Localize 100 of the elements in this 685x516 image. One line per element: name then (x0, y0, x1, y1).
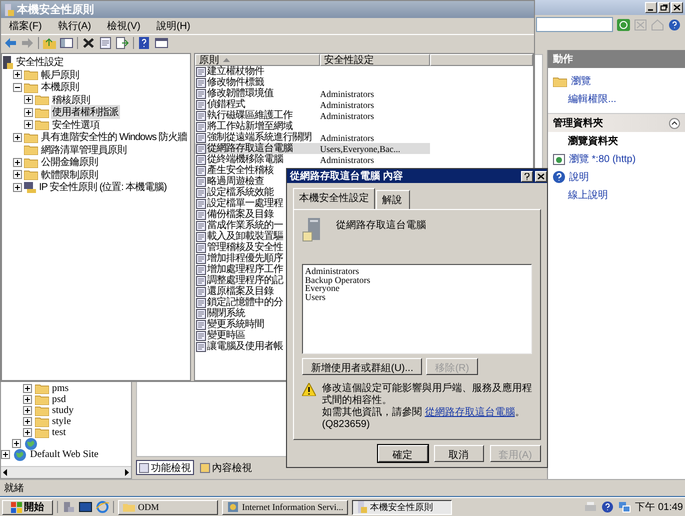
menu-item[interactable]: 說明(H) (154, 19, 192, 33)
list-row[interactable]: 偵錯程式 Administrators (195, 99, 374, 110)
taskbar-button[interactable]: ODM (118, 500, 218, 514)
plus-box-icon[interactable] (13, 132, 22, 142)
plus-box-icon[interactable] (13, 158, 22, 167)
taskbar-button[interactable]: 本機安全性原則 (352, 500, 452, 514)
tree-item[interactable]: 安全性選項 (51, 118, 100, 132)
plus-box-icon[interactable] (24, 108, 33, 117)
plus-box-icon[interactable] (12, 439, 21, 448)
list-row[interactable]: 從網路存取這台電腦 Users,Everyone,Bac... (195, 143, 430, 154)
menu-item[interactable]: 執行(A) (56, 19, 94, 33)
dialog-button[interactable]: 確定 (378, 445, 428, 462)
taskbar-button[interactable]: Internet Information Servi... (222, 500, 348, 514)
tree-item[interactable]: study (52, 405, 74, 416)
refresh-icon[interactable] (617, 18, 630, 30)
policy-link[interactable]: 從網路存取這台電腦 (424, 407, 515, 418)
tree-item[interactable]: 軟體限制原則 (40, 168, 99, 182)
tree-item[interactable]: 具有進階安全性的 Windows 防火牆 (40, 130, 188, 144)
view-tab[interactable]: 功能檢視 (136, 460, 194, 475)
tree-item[interactable]: pms (52, 383, 69, 394)
column-header[interactable] (430, 54, 533, 66)
list-row[interactable]: 建立權杖物件 (195, 66, 264, 77)
list-row[interactable]: 執行磁碟區維護工作 Administrators (195, 110, 374, 121)
column-header[interactable]: 安全性設定 (320, 54, 430, 66)
network-icon[interactable] (618, 501, 632, 513)
help-button[interactable] (521, 170, 533, 182)
tree-item[interactable]: 使用者權利指派 (51, 105, 120, 120)
action-link[interactable]: 線上說明 (568, 188, 608, 202)
start-button[interactable]: 開始 (2, 500, 53, 514)
member-item[interactable]: Everyone (305, 284, 529, 292)
list-row[interactable]: 略過周遊檢查 (195, 176, 264, 187)
view-tab[interactable]: 內容檢視 (197, 460, 255, 475)
list-row[interactable]: 設定檔系統效能 (195, 187, 274, 198)
help-icon[interactable] (601, 501, 614, 513)
export-icon[interactable] (116, 37, 129, 49)
desktop-icon[interactable] (79, 501, 92, 513)
back-arrow-icon[interactable] (4, 37, 17, 49)
dialog-tab[interactable]: 解說 (376, 190, 410, 209)
members-list[interactable]: Administrators Backup Operators Everyone Users (302, 264, 532, 354)
tree-item[interactable]: test (52, 427, 66, 438)
scroll-right-icon[interactable] (124, 469, 129, 476)
address-field[interactable] (536, 17, 613, 32)
help-icon[interactable] (668, 18, 681, 30)
dialog-tab[interactable]: 本機安全性設定 (293, 188, 375, 209)
plus-box-icon[interactable] (1, 450, 10, 459)
plus-box-icon[interactable] (24, 95, 33, 104)
tree-item[interactable]: Default Web Site (30, 449, 98, 460)
window-icon[interactable] (155, 37, 168, 49)
browser-icon[interactable] (96, 501, 109, 513)
list-row[interactable]: 修改韌體環境值 Administrators (195, 88, 374, 99)
add-button[interactable]: 新增使用者或群組(U)... (302, 358, 422, 375)
menu-item[interactable]: 檢視(V) (105, 19, 142, 33)
menu-item[interactable]: 檔案(F) (7, 19, 44, 33)
list-row[interactable]: 從終端機移除電腦 Administrators (195, 154, 374, 165)
action-link[interactable]: 編輯權限... (568, 92, 616, 106)
delete-icon[interactable] (82, 37, 95, 49)
action-link[interactable]: 說明 (569, 170, 589, 184)
action-link[interactable]: 瀏覽 (571, 74, 591, 88)
plus-box-icon[interactable] (23, 395, 32, 404)
plus-box-icon[interactable] (13, 182, 22, 192)
plus-box-icon[interactable] (23, 417, 32, 426)
plus-box-icon[interactable] (13, 70, 22, 80)
plus-box-icon[interactable] (23, 384, 32, 393)
action-link[interactable]: 瀏覽 *:80 (http) (569, 152, 636, 166)
tree-item[interactable]: 網路清單管理員原則 (40, 142, 128, 157)
list-row[interactable]: 修改物件標籤 (195, 77, 264, 88)
member-item[interactable]: Backup Operators (305, 276, 529, 284)
list-row[interactable]: 還原檔案及目錄 (195, 286, 274, 297)
properties-icon[interactable] (99, 37, 112, 49)
list-row[interactable]: 強制從遠端系統進行關閉 Administrators (195, 132, 374, 143)
member-item[interactable]: Administrators (305, 267, 529, 276)
list-row[interactable]: 變更系統時間 (195, 319, 264, 330)
tree-item[interactable]: 帳戶原則 (40, 68, 80, 82)
plus-box-icon[interactable] (13, 170, 22, 180)
folder-up-icon[interactable] (43, 37, 56, 49)
list-row[interactable]: 產生安全性稽核 (195, 165, 274, 176)
tree-item[interactable]: IP 安全性原則 (位置: 本機電腦) (38, 180, 168, 194)
tree-item[interactable]: 安全性設定 (15, 55, 64, 70)
scroll-left-icon[interactable] (3, 469, 8, 476)
tree-item[interactable]: style (52, 416, 71, 427)
pane-toggle-icon[interactable] (60, 37, 73, 49)
column-header[interactable]: 原則 (195, 54, 320, 66)
plus-box-icon[interactable] (23, 428, 32, 437)
close-button[interactable] (535, 170, 547, 182)
close-button[interactable] (671, 2, 683, 13)
horizontal-scrollbar[interactable] (1, 466, 131, 478)
list-row[interactable]: 變更時區 (195, 330, 245, 341)
minus-box-icon[interactable] (13, 82, 22, 92)
plus-box-icon[interactable] (23, 406, 32, 415)
list-row[interactable]: 備份檔案及目錄 (195, 209, 274, 220)
member-item[interactable]: Users (305, 292, 529, 301)
list-row[interactable]: 關閉系統 (195, 308, 245, 319)
tree-item[interactable]: 公開金鑰原則 (40, 155, 99, 170)
minimize-button[interactable] (645, 2, 657, 13)
tree-item[interactable]: 本機原則 (40, 80, 80, 94)
restore-button[interactable] (658, 2, 670, 13)
help-icon[interactable] (138, 37, 151, 49)
plus-box-icon[interactable] (24, 120, 33, 130)
collapse-icon[interactable] (669, 118, 680, 128)
tree-item[interactable]: 稽核原則 (51, 92, 91, 107)
